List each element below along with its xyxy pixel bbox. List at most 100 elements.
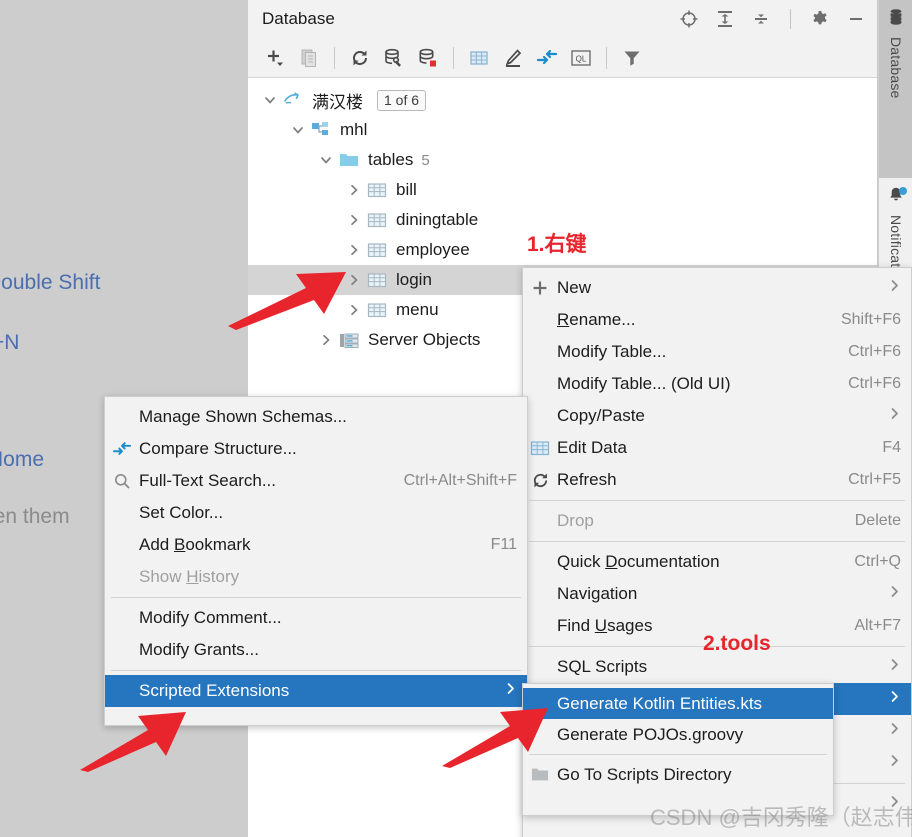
stripe-item-database[interactable]: Database	[879, 0, 912, 178]
toolbar-separator-3	[606, 46, 607, 69]
menu-item-generate-kotlin-entities-kts[interactable]: Generate Kotlin Entities.kts	[523, 688, 833, 719]
menu-item-shortcut: Ctrl+Q	[854, 553, 901, 570]
svg-text:QL: QL	[576, 54, 587, 63]
menu-item-generate-pojos-groovy[interactable]: Generate POJOs.groovy	[523, 719, 833, 750]
menu-separator	[111, 670, 521, 671]
table-icon	[366, 239, 388, 261]
tree-node-label: bill	[396, 180, 417, 199]
menu-item-set-color[interactable]: Set Color...	[105, 497, 527, 529]
tool-window-title: Database	[262, 9, 335, 28]
tree-node-bill[interactable]: bill	[248, 175, 877, 205]
menu-item-label: Generate POJOs.groovy	[557, 724, 744, 744]
tree-node-label: menu	[396, 300, 439, 319]
menu-item-modify-comment[interactable]: Modify Comment...	[105, 602, 527, 634]
annotation-step1: 1.右键	[527, 233, 587, 256]
menu-item-drop[interactable]: Drop Delete	[523, 505, 911, 537]
menu-item-new[interactable]: New	[523, 272, 911, 304]
refresh-icon[interactable]	[345, 44, 375, 72]
filter-icon[interactable]	[617, 44, 647, 72]
menu-item-refresh[interactable]: Refresh Ctrl+F5	[523, 464, 911, 496]
compare-icon	[105, 440, 139, 458]
menu-item-copy-paste[interactable]: Copy/Paste	[523, 400, 911, 432]
tool-window-header: Database	[248, 0, 877, 38]
menu-item-scripted-extensions[interactable]: Scripted Extensions	[105, 675, 527, 707]
datasource-properties-icon[interactable]	[379, 44, 409, 72]
chevron-right-icon	[501, 682, 517, 700]
tree-node-tables[interactable]: tables 5	[248, 145, 877, 175]
chevron-down-icon[interactable]	[314, 148, 338, 172]
tree-node-label: 满汉楼	[312, 92, 363, 112]
add-datasource-icon[interactable]	[260, 44, 290, 72]
menu-item-label: Navigation	[557, 584, 638, 603]
chevron-right-icon[interactable]	[342, 178, 366, 202]
search-icon	[105, 472, 139, 490]
settings-gear-icon[interactable]	[809, 8, 831, 30]
disconnect-icon[interactable]	[413, 44, 443, 72]
menu-item-show-history[interactable]: Show History	[105, 561, 527, 593]
menu-item-label: Drop	[557, 511, 594, 530]
menu-item-modify-table-old-ui[interactable]: Modify Table... (Old UI) Ctrl+F6	[523, 368, 911, 400]
edit-data-icon[interactable]	[464, 44, 494, 72]
chevron-right-icon[interactable]	[342, 268, 366, 292]
menu-item-label: Show History	[139, 567, 240, 586]
modify-object-icon[interactable]	[498, 44, 528, 72]
menu-item-label: Full-Text Search...	[139, 471, 276, 490]
menu-item-modify-grants[interactable]: Modify Grants...	[105, 634, 527, 666]
menu-item-label: Compare Structure...	[139, 439, 297, 458]
menu-item-rename[interactable]: Rename... Shift+F6	[523, 304, 911, 336]
scripted-extensions-submenu[interactable]: Generate Kotlin Entities.kts Generate POJ…	[522, 683, 834, 816]
chevron-down-icon[interactable]	[286, 118, 310, 142]
locate-icon[interactable]	[678, 8, 700, 30]
chevron-right-icon	[885, 279, 901, 297]
tree-node-label: diningtable	[396, 210, 479, 229]
menu-item-manage-shown-schemas[interactable]: Manage Shown Schemas...	[105, 401, 527, 433]
menu-item-label: Go To Scripts Directory	[557, 764, 732, 784]
menu-item-shortcut: F4	[882, 439, 901, 456]
schema-count-badge[interactable]: 1 of 6	[377, 89, 427, 111]
table-icon	[366, 209, 388, 231]
compare-structure-icon[interactable]	[532, 44, 562, 72]
tool-window-header-actions	[678, 8, 867, 30]
hint-double-shift: Double Shift	[0, 271, 101, 294]
menu-item-go-to-scripts-directory[interactable]: Go To Scripts Directory	[523, 759, 833, 790]
menu-item-quick-documentation[interactable]: Quick Documentation Ctrl+Q	[523, 546, 911, 578]
notification-badge-dot	[899, 187, 907, 195]
expand-all-icon[interactable]	[714, 8, 736, 30]
chevron-right-icon[interactable]	[342, 298, 366, 322]
folder-icon	[523, 766, 557, 783]
duplicate-icon[interactable]	[294, 44, 324, 72]
tree-node-label: login	[396, 270, 432, 289]
collapse-all-icon[interactable]	[750, 8, 772, 30]
hint-open-them: pen them	[0, 505, 70, 528]
menu-item-modify-table[interactable]: Modify Table... Ctrl+F6	[523, 336, 911, 368]
menu-item-label: SQL Scripts	[557, 657, 648, 676]
menu-item-shortcut: Ctrl+F5	[848, 471, 901, 488]
header-separator	[790, 9, 791, 29]
menu-separator	[111, 597, 521, 598]
menu-separator	[529, 541, 905, 542]
table-icon	[523, 440, 557, 457]
mysql-icon	[282, 89, 304, 111]
toolbar-separator-2	[453, 46, 454, 69]
query-console-icon[interactable]: QL	[566, 44, 596, 72]
menu-item-edit-data[interactable]: Edit Data F4	[523, 432, 911, 464]
schema-context-menu[interactable]: Manage Shown Schemas... Compare Structure…	[104, 396, 528, 726]
menu-item-label: Scripted Extensions	[139, 681, 290, 700]
menu-item-navigation[interactable]: Navigation	[523, 578, 911, 610]
menu-item-add-bookmark[interactable]: Add Bookmark F11	[105, 529, 527, 561]
minimize-icon[interactable]	[845, 8, 867, 30]
tree-node-满汉楼[interactable]: 满汉楼 1 of 6	[248, 85, 877, 115]
menu-item-compare-structure[interactable]: Compare Structure...	[105, 433, 527, 465]
tree-node-label: mhl	[340, 120, 368, 139]
chevron-down-icon[interactable]	[258, 88, 282, 112]
tree-node-label: Server Objects	[368, 330, 481, 349]
stripe-label-database: Database	[888, 37, 904, 99]
chevron-right-icon[interactable]	[342, 208, 366, 232]
menu-item-shortcut: Alt+F7	[854, 617, 901, 634]
tree-node-mhl[interactable]: mhl	[248, 115, 877, 145]
chevron-right-icon[interactable]	[314, 328, 338, 352]
chevron-right-icon[interactable]	[342, 238, 366, 262]
menu-item-full-text-search[interactable]: Full-Text Search... Ctrl+Alt+Shift+F	[105, 465, 527, 497]
menu-item-label: Generate Kotlin Entities.kts	[557, 693, 763, 713]
menu-item-shortcut: Ctrl+F6	[848, 343, 901, 360]
